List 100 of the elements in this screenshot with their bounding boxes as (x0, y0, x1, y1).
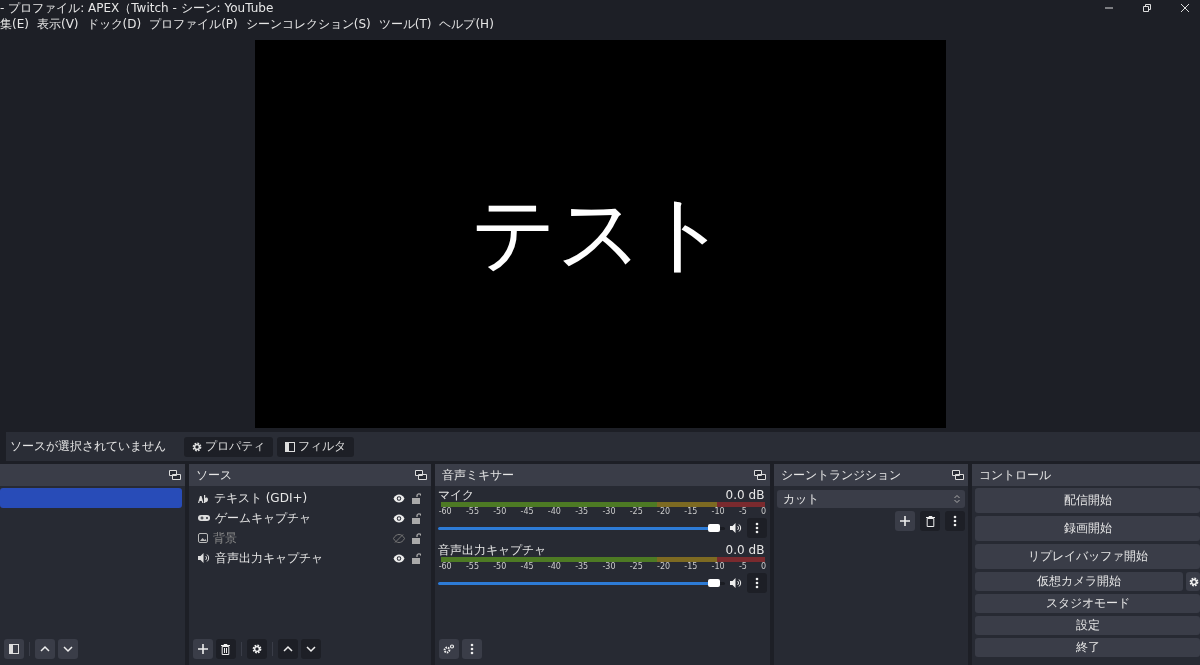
filter-button[interactable] (4, 639, 24, 659)
eye-icon[interactable] (392, 513, 405, 523)
channel-name: 音声出力キャプチャ (437, 541, 546, 559)
control-button[interactable]: スタジオモード (975, 594, 1200, 613)
scale-label: 0 (761, 562, 767, 572)
menu-item[interactable]: プロファイル(P) (149, 16, 238, 33)
text-icon (197, 493, 209, 503)
source-name[interactable]: 音声出力キャプチャ (214, 549, 393, 567)
advanced-audio-button[interactable] (438, 639, 459, 659)
status-text: ソースが選択されていません (10, 438, 167, 455)
move-down-button[interactable] (300, 639, 321, 659)
unlock-icon[interactable] (411, 492, 421, 504)
more-button[interactable] (461, 639, 482, 659)
scale-label: -35 (575, 562, 589, 572)
eye-icon[interactable] (392, 493, 405, 503)
speaker-icon[interactable] (730, 523, 743, 533)
more-button[interactable] (747, 573, 768, 593)
unlock-icon[interactable] (411, 512, 421, 524)
unlock-icon[interactable] (411, 552, 421, 564)
scale-label: -45 (520, 507, 534, 517)
move-up-button[interactable] (277, 639, 298, 659)
menu-item[interactable]: シーンコレクション(S) (245, 16, 371, 33)
control-button[interactable]: 終了 (975, 638, 1200, 657)
menu-item[interactable]: ヘルプ(H) (439, 16, 494, 33)
scale-label: -30 (602, 562, 616, 572)
settings-button[interactable] (246, 639, 267, 659)
source-name[interactable]: ゲームキャプチャ (214, 509, 393, 527)
control-button[interactable]: 仮想カメラ開始 (975, 572, 1183, 591)
delete-button[interactable] (215, 639, 236, 659)
gears-icon (442, 644, 455, 654)
speaker-icon[interactable] (730, 578, 743, 588)
close-icon[interactable] (1180, 3, 1190, 13)
menu-item[interactable]: ツール(T) (378, 16, 432, 33)
move-up-button[interactable] (35, 639, 55, 659)
channel-name: マイク (437, 486, 474, 504)
add-button[interactable] (895, 511, 916, 531)
scale-label: -25 (629, 562, 643, 572)
source-name[interactable]: テキスト (GDI+) (213, 489, 393, 507)
scale-label: -15 (684, 562, 698, 572)
gear-icon (251, 644, 262, 654)
gear-icon (1189, 576, 1199, 587)
scale-label: -40 (547, 507, 561, 517)
panel-title: 音声ミキサー (441, 466, 514, 484)
scale-label: -35 (575, 507, 589, 517)
scale-label: -60 (438, 507, 452, 517)
eye-icon[interactable] (392, 553, 405, 563)
gamepad-icon (197, 514, 210, 522)
more-button[interactable] (945, 511, 966, 531)
undock-icon[interactable] (414, 470, 427, 480)
restore-icon[interactable] (1142, 3, 1152, 13)
up-down-chevron-icon (953, 494, 962, 504)
control-button[interactable]: 設定 (975, 616, 1200, 635)
slider-thumb[interactable] (707, 523, 720, 532)
scale-label: -10 (711, 562, 725, 572)
move-down-button[interactable] (58, 639, 78, 659)
settings-button[interactable] (1186, 572, 1200, 591)
plus-icon (197, 644, 208, 654)
scale-label: 0 (761, 507, 767, 517)
filter-icon (9, 644, 19, 654)
scale-label: -55 (465, 562, 479, 572)
scale-label: -50 (493, 562, 507, 572)
transition-select[interactable]: カット (777, 490, 966, 508)
chevron-up-icon (282, 645, 293, 653)
undock-icon[interactable] (754, 470, 767, 480)
menu-item[interactable]: ドック(D) (86, 16, 142, 33)
dots-icon (755, 522, 760, 534)
control-button[interactable]: 配信開始 (975, 488, 1200, 513)
scale-label: -45 (520, 562, 534, 572)
scale-label: -5 (738, 562, 747, 572)
more-button[interactable] (747, 518, 768, 538)
window-title: - プロファイル: APEX（Twitch - シーン: YouTube (0, 0, 274, 17)
panel-title: コントロール (979, 466, 1052, 484)
source-name[interactable]: 背景 (212, 529, 393, 547)
unlock-icon[interactable] (411, 532, 421, 544)
scale-label: -15 (684, 507, 698, 517)
menu-item[interactable]: 集(E) (0, 16, 29, 33)
chevron-up-icon (40, 645, 50, 653)
plus-icon (900, 516, 911, 526)
control-button[interactable]: リプレイバッファ開始 (975, 544, 1200, 569)
filters-button[interactable]: フィルタ (277, 436, 354, 457)
menu-item[interactable]: 表示(V) (36, 16, 79, 33)
control-button[interactable]: 録画開始 (975, 516, 1200, 541)
scale-label: -40 (547, 562, 561, 572)
chevron-down-icon (305, 645, 316, 653)
trash-icon (925, 515, 935, 527)
scale-label: -10 (711, 507, 725, 517)
add-button[interactable] (192, 639, 213, 659)
eye-slash-icon[interactable] (392, 533, 405, 543)
image-icon (197, 533, 208, 543)
dots-icon (953, 515, 958, 527)
dots-icon (755, 577, 760, 589)
delete-button[interactable] (920, 511, 941, 531)
undock-icon[interactable] (952, 470, 965, 480)
panel-title: ソース (195, 466, 232, 484)
gear-icon (192, 441, 202, 452)
properties-button[interactable]: プロパティ (184, 436, 273, 457)
slider-thumb[interactable] (707, 578, 720, 587)
undock-icon[interactable] (168, 470, 181, 480)
panel-title: シーントランジション (781, 466, 902, 484)
dots-icon (469, 643, 474, 655)
